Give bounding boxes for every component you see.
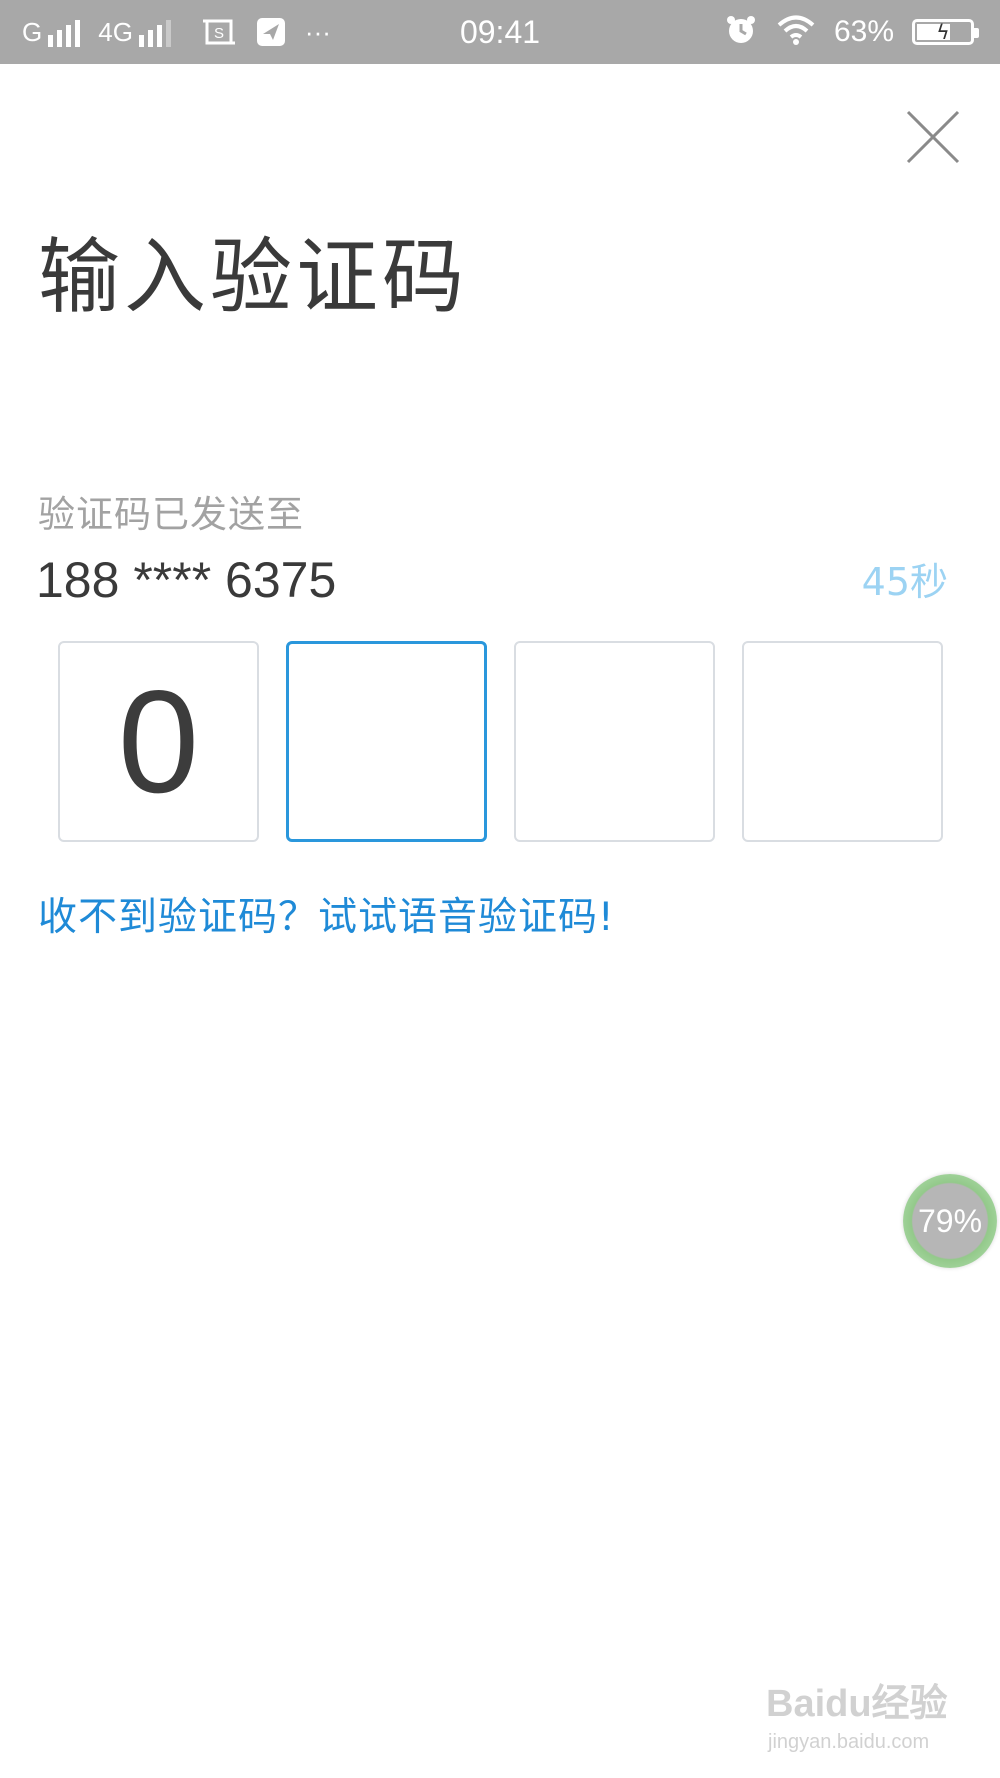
code-input-group: 0 bbox=[58, 641, 943, 842]
wifi-icon bbox=[776, 14, 816, 50]
status-right: 63% ϟ bbox=[724, 0, 979, 64]
code-box-1[interactable]: 0 bbox=[58, 641, 259, 842]
charging-bolt-icon: ϟ bbox=[936, 20, 950, 44]
watermark-brand: Baidu经验 bbox=[766, 1683, 948, 1725]
battery-percent: 63% bbox=[833, 15, 894, 48]
code-box-2[interactable] bbox=[286, 641, 487, 842]
resend-countdown: 45秒 bbox=[861, 560, 948, 604]
sent-to-label: 验证码已发送至 bbox=[38, 493, 304, 536]
close-icon bbox=[906, 110, 960, 164]
code-box-3[interactable] bbox=[514, 641, 715, 842]
watermark-url: jingyan.baidu.com bbox=[767, 1731, 929, 1753]
voice-code-link[interactable]: 收不到验证码？试试语音验证码! bbox=[38, 890, 615, 946]
battery-cap bbox=[974, 28, 979, 38]
close-button[interactable] bbox=[900, 104, 968, 172]
floating-booster-button[interactable]: 79% bbox=[903, 1174, 997, 1268]
page-title: 输入验证码 bbox=[38, 230, 469, 325]
battery-icon: ϟ bbox=[912, 19, 979, 45]
code-box-4[interactable] bbox=[742, 641, 943, 842]
baidu-jingyan-watermark: Baidu经验 jingyan.baidu.com bbox=[764, 1666, 964, 1766]
status-bar: G 4G S ··· 09:41 63% ϟ bbox=[0, 0, 1000, 64]
phone-number: 188 **** 6375 bbox=[36, 552, 337, 608]
alarm-icon bbox=[724, 13, 758, 51]
